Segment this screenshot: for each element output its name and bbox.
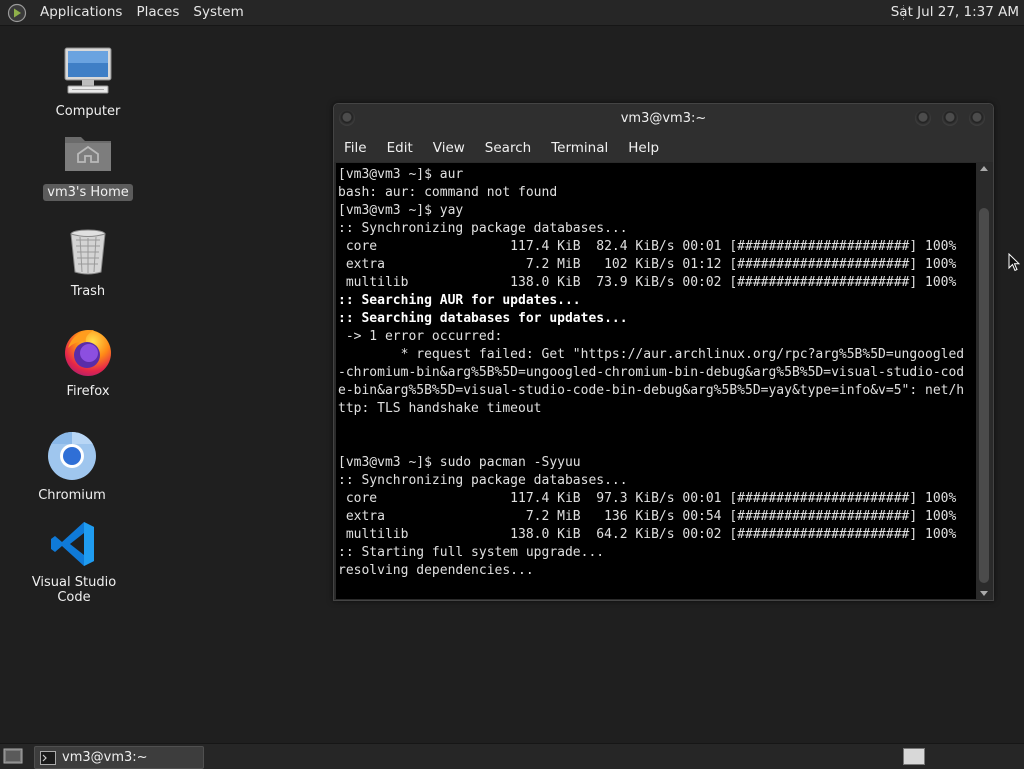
desktop-icon-home[interactable]: vm3's Home — [28, 125, 148, 201]
scroll-down-arrow-icon[interactable] — [980, 591, 988, 596]
terminal-line: multilib 138.0 KiB 73.9 KiB/s 00:02 [###… — [338, 275, 957, 290]
desktop-icon-label: Visual Studio Code — [31, 575, 117, 605]
terminal-line: :: Starting full system upgrade... — [338, 545, 605, 560]
terminal-line: [vm3@vm3 ~]$ aur — [338, 167, 464, 182]
firefox-icon — [65, 330, 111, 376]
terminal-line: extra 7.2 MiB 136 KiB/s 00:54 [#########… — [338, 509, 957, 524]
terminal-window[interactable]: vm3@vm3:~ File Edit View Search Terminal… — [333, 103, 994, 601]
show-desktop-icon[interactable] — [3, 747, 23, 765]
terminal-line: core 117.4 KiB 82.4 KiB/s 00:01 [#######… — [338, 239, 957, 254]
window-title: vm3@vm3:~ — [620, 111, 707, 126]
terminal-icon — [40, 750, 56, 765]
scrollbar-thumb[interactable] — [979, 208, 989, 583]
bottom-panel: vm3@vm3:~ — [0, 743, 1024, 769]
desktop-icon-chromium[interactable]: Chromium — [12, 428, 132, 504]
clock[interactable]: Sat Jul 27, 1:37 AM — [891, 0, 1019, 25]
terminal-line: -chromium-bin&arg%5B%5D=ungoogled-chromi… — [338, 365, 965, 380]
desktop-icon-label: vm3's Home — [43, 184, 133, 201]
terminal-line: -> 1 error occurred: — [338, 329, 503, 344]
menu-edit[interactable]: Edit — [377, 140, 423, 156]
terminal-line: extra 7.2 MiB 102 KiB/s 01:12 [#########… — [338, 257, 957, 272]
menu-terminal[interactable]: Terminal — [541, 140, 618, 156]
terminal-line: bash: aur: command not found — [338, 185, 558, 200]
terminal-line: core 117.4 KiB 97.3 KiB/s 00:01 [#######… — [338, 491, 957, 506]
terminal-menubar: File Edit View Search Terminal Help — [334, 134, 993, 162]
window-titlebar[interactable]: vm3@vm3:~ — [334, 104, 993, 134]
mouse-pointer-icon — [1008, 253, 1020, 272]
desktop-icon-label: Computer — [55, 104, 121, 119]
terminal-line: :: Searching AUR for updates... — [338, 293, 581, 308]
chromium-icon — [48, 432, 96, 480]
home-folder-icon — [65, 137, 111, 171]
desktop-icon-label: Trash — [70, 284, 106, 299]
terminal-line: [vm3@vm3 ~]$ yay — [338, 203, 464, 218]
vscode-icon — [51, 522, 94, 566]
terminal-output[interactable]: [vm3@vm3 ~]$ aur bash: aur: command not … — [336, 163, 976, 599]
minimize-button[interactable] — [915, 110, 931, 126]
terminal-line: ttp: TLS handshake timeout — [338, 401, 542, 416]
taskbar-terminal-button[interactable]: vm3@vm3:~ — [34, 746, 204, 769]
terminal-line: e-bin&arg%5B%5D=visual-studio-code-bin-d… — [338, 383, 965, 398]
terminal-line: * request failed: Get "https://aur.archl… — [338, 347, 965, 362]
computer-icon — [64, 47, 112, 94]
terminal-scrollbar[interactable] — [977, 163, 991, 599]
desktop-icon-label: Firefox — [66, 384, 110, 399]
places-menu[interactable]: Places — [129, 0, 186, 25]
close-button[interactable] — [969, 110, 985, 126]
taskbar-label: vm3@vm3:~ — [62, 750, 148, 765]
menu-file[interactable]: File — [334, 140, 377, 156]
trash-icon — [70, 229, 106, 275]
applications-menu-icon[interactable] — [7, 3, 27, 23]
menu-view[interactable]: View — [423, 140, 475, 156]
desktop-icon-firefox[interactable]: Firefox — [28, 324, 148, 400]
applications-menu[interactable]: Applications — [33, 0, 129, 25]
terminal-line: :: Synchronizing package databases... — [338, 473, 628, 488]
maximize-button[interactable] — [942, 110, 958, 126]
workspace-switcher[interactable] — [903, 748, 925, 765]
terminal-line: multilib 138.0 KiB 64.2 KiB/s 00:02 [###… — [338, 527, 957, 542]
system-menu[interactable]: System — [186, 0, 250, 25]
desktop-icon-label: Chromium — [38, 488, 106, 503]
terminal-line: [vm3@vm3 ~]$ sudo pacman -Syyuu — [338, 455, 581, 470]
scroll-up-arrow-icon[interactable] — [980, 166, 988, 171]
terminal-line: :: Synchronizing package databases... — [338, 221, 628, 236]
desktop-icon-vscode[interactable]: Visual Studio Code — [14, 516, 134, 606]
desktop-icon-computer[interactable]: Computer — [28, 44, 148, 120]
terminal-text: [vm3@vm3 ~]$ aur bash: aur: command not … — [336, 163, 976, 580]
terminal-line: resolving dependencies... — [338, 563, 534, 578]
terminal-line: :: Searching databases for updates... — [338, 311, 628, 326]
menu-help[interactable]: Help — [618, 140, 669, 156]
menu-search[interactable]: Search — [475, 140, 541, 156]
top-panel: Applications Places System Sat Jul 27, 1… — [0, 0, 1024, 26]
desktop-icon-trash[interactable]: Trash — [28, 224, 148, 300]
